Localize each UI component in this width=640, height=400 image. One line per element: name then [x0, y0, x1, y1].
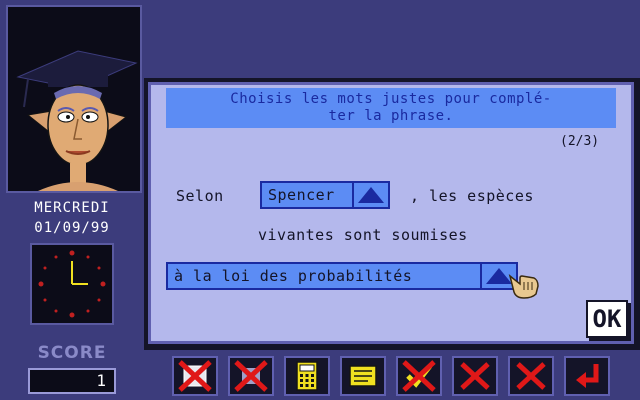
calculator-icon: [296, 361, 318, 391]
word-choice-1[interactable]: Spencer: [260, 181, 390, 209]
sentence-start: Selon: [176, 187, 224, 205]
calculator-button[interactable]: [284, 356, 330, 396]
return-arrow-icon: [576, 364, 599, 388]
clock-icon: [30, 243, 114, 325]
return-button[interactable]: [564, 356, 610, 396]
triangle-up-icon: [358, 187, 384, 203]
word-choice-2-value: à la loi des probabilités: [174, 267, 413, 285]
toolbar-button-5[interactable]: [396, 356, 442, 396]
toolbar-button-1[interactable]: [172, 356, 218, 396]
sentence-line2: vivantes sont soumises: [258, 226, 468, 244]
date-label: 01/09/99: [34, 220, 110, 236]
notes-icon: [349, 365, 377, 387]
toolbar-button-7[interactable]: [508, 356, 554, 396]
hand-cursor-icon: [506, 268, 540, 300]
ok-button[interactable]: OK: [586, 300, 628, 338]
cycle-choice-1-button[interactable]: [352, 183, 388, 207]
instruction-banner: Choisis les mots justes pour complé- ter…: [166, 88, 616, 128]
professor-portrait: [6, 5, 142, 193]
score-label: SCORE: [37, 343, 107, 363]
sentence-middle: , les espèces: [410, 187, 534, 205]
instruction-line2: ter la phrase.: [328, 108, 454, 124]
disabled-x-icon: [234, 360, 268, 392]
word-choice-2[interactable]: à la loi des probabilités: [166, 262, 518, 290]
instruction-line1: Choisis les mots justes pour complé-: [230, 91, 552, 107]
toolbar-button-2[interactable]: [228, 356, 274, 396]
check-x-icon: [402, 360, 436, 392]
top-bar: [144, 0, 640, 78]
disabled-x-icon: [178, 360, 212, 392]
progress-indicator: (2/3): [560, 134, 600, 149]
notes-button[interactable]: [340, 356, 386, 396]
x-icon: [516, 362, 546, 390]
word-choice-1-value: Spencer: [268, 186, 335, 204]
score-value: 1: [28, 368, 116, 394]
toolbar-button-6[interactable]: [452, 356, 498, 396]
day-label: MERCREDI: [34, 200, 110, 216]
x-icon: [460, 362, 490, 390]
